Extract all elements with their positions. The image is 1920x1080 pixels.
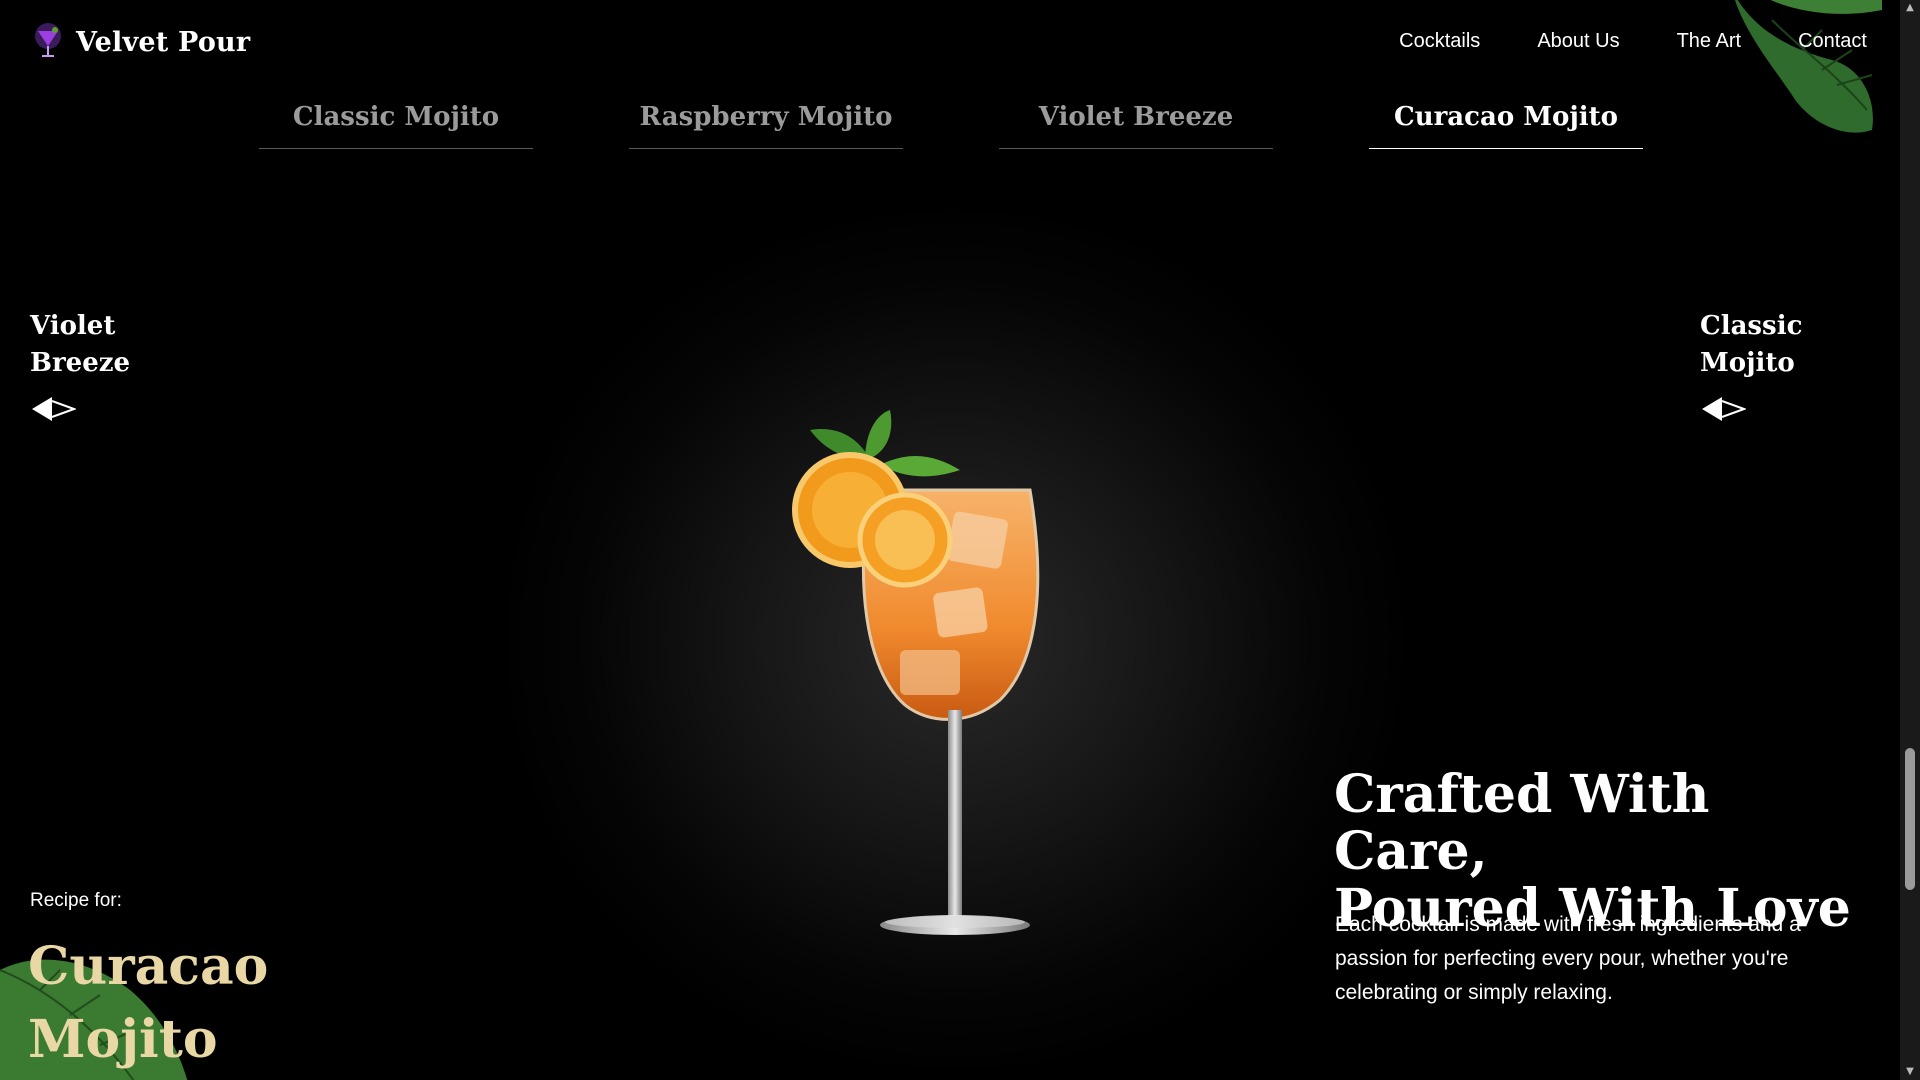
nav-link-cocktails[interactable]: Cocktails	[1399, 30, 1480, 53]
page-scrollbar[interactable]: ▲ ▼	[1900, 0, 1920, 1080]
cocktail-glass-icon	[35, 23, 61, 57]
next-cocktail-button[interactable]: Classic Mojito	[1700, 308, 1840, 424]
arrow-left-icon	[1702, 397, 1746, 421]
page: Velvet Pour Cocktails About Us The Art C…	[0, 0, 1900, 1080]
main-nav: Cocktails About Us The Art Contact	[1399, 30, 1867, 53]
recipe-cocktail-name: Curacao Mojito	[28, 930, 328, 1076]
brand-logo[interactable]: Velvet Pour	[30, 22, 250, 62]
tab-classic-mojito[interactable]: Classic Mojito	[259, 102, 533, 149]
nav-link-contact[interactable]: Contact	[1798, 30, 1867, 53]
prev-cocktail-name-line2: Breeze	[30, 348, 131, 378]
prev-cocktail-name-line1: Violet	[30, 311, 116, 341]
arrow-left-icon	[32, 397, 76, 421]
next-cocktail-name-line1: Classic	[1700, 311, 1803, 341]
recipe-name-line2: Mojito	[28, 1009, 218, 1070]
cocktail-image	[792, 410, 1040, 935]
next-cocktail-name-line2: Mojito	[1700, 348, 1795, 378]
prev-cocktail-button[interactable]: Violet Breeze	[30, 308, 170, 424]
cocktail-tabs: Classic Mojito Raspberry Mojito Violet B…	[259, 102, 1643, 149]
headline-line1: Crafted With Care,	[1334, 764, 1710, 882]
nav-link-the-art[interactable]: The Art	[1677, 30, 1741, 53]
scroll-up-icon[interactable]: ▲	[1900, 0, 1920, 16]
recipe-name-line1: Curacao	[28, 936, 269, 997]
scroll-down-icon[interactable]: ▼	[1900, 1064, 1920, 1080]
recipe-label: Recipe for:	[30, 890, 122, 911]
scrollbar-thumb[interactable]	[1905, 748, 1915, 890]
tab-raspberry-mojito[interactable]: Raspberry Mojito	[629, 102, 903, 149]
description-text: Each cocktail is made with fresh ingredi…	[1335, 913, 1801, 1004]
brand-name: Velvet Pour	[76, 26, 251, 58]
nav-link-about-us[interactable]: About Us	[1537, 30, 1619, 53]
tab-curacao-mojito[interactable]: Curacao Mojito	[1369, 102, 1643, 149]
tab-violet-breeze[interactable]: Violet Breeze	[999, 102, 1273, 149]
monstera-leaf-top-image	[1734, 0, 1882, 133]
